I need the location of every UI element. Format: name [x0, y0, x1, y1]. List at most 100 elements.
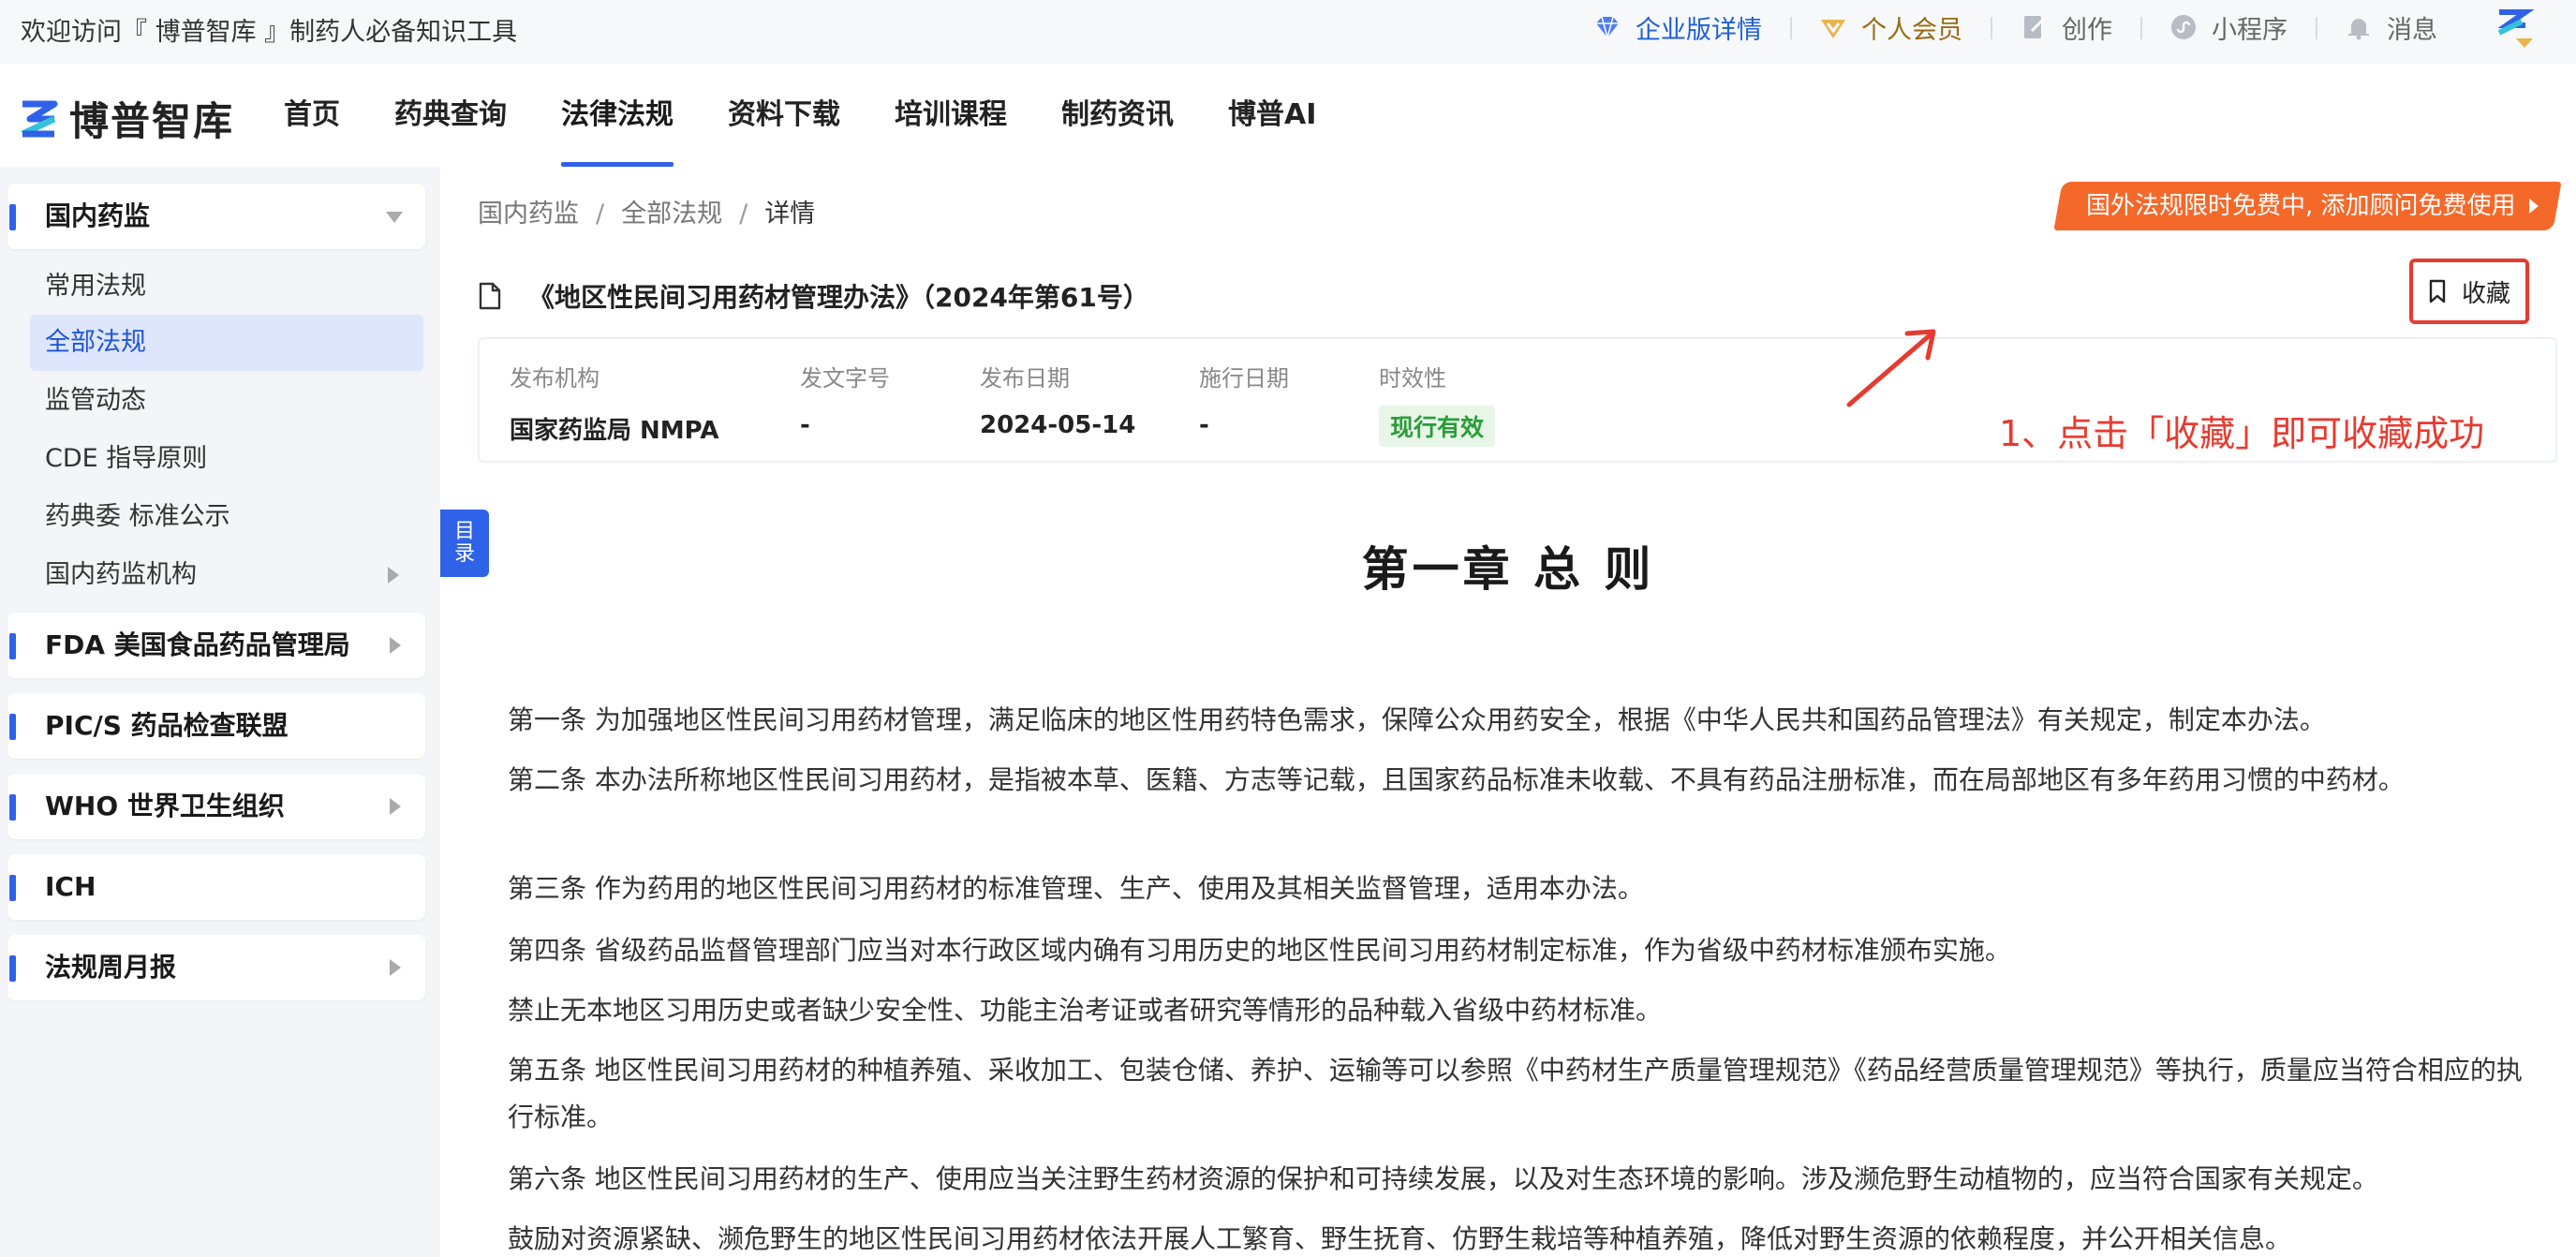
meta-value: -	[1199, 411, 1209, 439]
create-link[interactable]: 创作	[1991, 9, 2140, 46]
create-label: 创作	[2062, 15, 2112, 45]
diamond-icon	[1596, 16, 1619, 40]
meta-key: 时效性	[1379, 365, 1446, 392]
nav-ai[interactable]: 博普AI	[1228, 64, 1316, 167]
meta-publish-date: 发布日期 2024-05-14	[980, 360, 1135, 439]
sidebar-group-ich[interactable]: ICH	[7, 854, 425, 920]
top-utility-bar: 欢迎访问『 博普智库 』制药人必备知识工具 企业版详情 个人会员 创作 小程序 …	[0, 0, 2576, 64]
breadcrumb-all-laws[interactable]: 全部法规	[621, 200, 722, 229]
top-utility-links: 企业版详情 个人会员 创作 小程序 消息	[1564, 0, 2576, 54]
sidebar-group-weekly-report[interactable]: 法规周月报	[7, 935, 425, 1000]
article-paragraph: 第一条 为加强地区性民间习用药材管理，满足临床的地区性用药特色需求，保障公众用药…	[508, 704, 2326, 735]
meta-agency: 发布机构 国家药监局 NMPA	[510, 360, 718, 446]
nav-downloads[interactable]: 资料下载	[728, 64, 840, 167]
document-title-row: 《地区性民间习用药材管理办法》（2024年第61号）	[478, 277, 1149, 315]
caret-right-icon	[2529, 199, 2539, 214]
logo-icon	[21, 100, 58, 137]
annotation-text: 1、点击「收藏」即可收藏成功	[1999, 413, 2485, 454]
messages-link[interactable]: 消息	[2316, 9, 2465, 46]
sidebar-item-cde-guidance[interactable]: CDE 指导原则	[30, 431, 423, 487]
bookmark-icon	[2429, 279, 2446, 303]
group-indicator	[9, 955, 16, 982]
chevron-right-icon	[388, 567, 399, 584]
breadcrumb-current: 详情	[764, 200, 816, 229]
group-indicator	[9, 204, 16, 230]
miniprogram-link[interactable]: 小程序	[2140, 9, 2316, 46]
nav-news[interactable]: 制药资讯	[1061, 64, 1174, 167]
sidebar-group-label: FDA 美国食品药品管理局	[45, 629, 350, 660]
collect-button[interactable]: 收藏	[2409, 259, 2529, 324]
article-paragraph: 第二条 本办法所称地区性民间习用药材，是指被本草、医籍、方志等记载，且国家药品标…	[508, 764, 2405, 795]
meta-validity: 时效性 现行有效	[1379, 360, 1496, 447]
sidebar-group-label: ICH	[45, 871, 96, 902]
meta-effective-date: 施行日期 -	[1199, 360, 1289, 439]
group-indicator	[9, 875, 16, 901]
sidebar-item-pharmacopoeia-standards[interactable]: 药典委 标准公示	[30, 489, 423, 545]
article-paragraph: 第六条 地区性民间习用药材的生产、使用应当关注野生药材资源的保护和可持续发展，以…	[508, 1163, 2378, 1194]
sidebar-group-label: 法规周月报	[45, 952, 177, 983]
vip-link[interactable]: 个人会员	[1790, 9, 1991, 46]
sidebar-item-common-laws[interactable]: 常用法规	[30, 259, 423, 315]
bell-icon	[2348, 19, 2369, 40]
vip-label: 个人会员	[1861, 15, 1962, 45]
meta-value: 2024-05-14	[980, 411, 1136, 439]
user-avatar[interactable]	[2494, 5, 2539, 50]
promo-text: 国外法规限时免费中, 添加顾问免费使用	[2086, 192, 2516, 220]
meta-doc-number: 发文字号 -	[800, 360, 890, 439]
sidebar-item-label: 国内药监机构	[45, 560, 197, 589]
breadcrumb-separator: /	[596, 200, 605, 229]
article-paragraph: 第三条 作为药用的地区性民间习用药材的标准管理、生产、使用及其相关监督管理，适用…	[508, 873, 1644, 904]
nav-home[interactable]: 首页	[284, 64, 340, 167]
edit-document-icon	[2024, 16, 2045, 38]
chevron-down-icon	[386, 212, 403, 223]
sidebar-group-pics[interactable]: PIC/S 药品检查联盟	[7, 693, 425, 759]
meta-value: -	[800, 411, 810, 439]
meta-key: 发布机构	[510, 365, 600, 392]
messages-label: 消息	[2387, 15, 2437, 45]
chevron-right-icon	[390, 637, 401, 654]
article-paragraph: 第四条 省级药品监督管理部门应当对本行政区域内确有习用历史的地区性民间习用药材制…	[508, 935, 2011, 966]
nav-training[interactable]: 培训课程	[895, 64, 1007, 167]
sidebar-group-who[interactable]: WHO 世界卫生组织	[7, 774, 425, 839]
chapter-heading: 第一章 总 则	[1361, 542, 1655, 597]
group-indicator	[9, 714, 16, 740]
sidebar-item-domestic-agencies[interactable]: 国内药监机构	[30, 547, 423, 603]
sidebar-item-regulatory-news[interactable]: 监管动态	[30, 373, 423, 429]
nav-pharmacopoeia[interactable]: 药典查询	[394, 64, 507, 167]
menu: 首页 药典查询 法律法规 资料下载 培训课程 制药资讯 博普AI	[257, 64, 1343, 167]
miniprogram-label: 小程序	[2212, 15, 2287, 45]
sidebar-group-fda[interactable]: FDA 美国食品药品管理局	[7, 613, 425, 678]
group-indicator	[9, 794, 16, 821]
article-paragraph: 鼓励对资源紧缺、濒危野生的地区性民间习用药材依法开展人工繁育、野生抚育、仿野生栽…	[508, 1223, 2292, 1254]
article-paragraph: 第五条 地区性民间习用药材的种植养殖、采收加工、包装仓储、养护、运输等可以参照《…	[508, 1055, 2523, 1132]
sidebar-group-label: 国内药监	[45, 200, 151, 231]
sidebar: 国内药监 常用法规 全部法规 监管动态 CDE 指导原则 药典委 标准公示 国内…	[0, 167, 440, 1257]
chevron-right-icon	[390, 959, 401, 976]
avatar-logo-icon	[2497, 9, 2535, 48]
meta-value: 国家药监局 NMPA	[510, 417, 719, 445]
foreign-laws-promo-banner[interactable]: 国外法规限时免费中, 添加顾问免费使用	[2053, 182, 2562, 230]
document-icon	[479, 282, 501, 310]
annotation-arrow-icon	[1846, 329, 1936, 407]
site-logo[interactable]: 博普智库	[19, 90, 234, 147]
breadcrumb: 国内药监 / 全部法规 / 详情	[478, 193, 815, 229]
sidebar-group-domestic[interactable]: 国内药监	[7, 184, 425, 249]
group-indicator	[9, 633, 16, 659]
document-title: 《地区性民间习用药材管理办法》（2024年第61号）	[528, 282, 1149, 313]
enterprise-label: 企业版详情	[1636, 15, 1762, 45]
sidebar-item-all-laws[interactable]: 全部法规	[30, 315, 423, 371]
validity-badge: 现行有效	[1379, 406, 1496, 447]
meta-key: 施行日期	[1199, 365, 1289, 392]
nav-laws[interactable]: 法律法规	[561, 64, 674, 167]
main-navigation: 博普智库 首页 药典查询 法律法规 资料下载 培训课程 制药资讯 博普AI	[0, 64, 2576, 167]
meta-key: 发文字号	[800, 365, 890, 392]
enterprise-link[interactable]: 企业版详情	[1564, 9, 1790, 46]
chevron-right-icon	[390, 798, 401, 815]
welcome-text: 欢迎访问『 博普智库 』制药人必备知识工具	[21, 18, 518, 47]
article-paragraph: 禁止无本地区习用历史或者缺少安全性、功能主治考证或者研究等情形的品种载入省级中药…	[508, 995, 1663, 1026]
sidebar-group-label: PIC/S 药品检查联盟	[45, 710, 289, 741]
vip-badge-icon	[1821, 20, 1845, 38]
logo-text: 博普智库	[69, 98, 235, 144]
breadcrumb-domestic[interactable]: 国内药监	[478, 200, 579, 229]
sidebar-group-label: WHO 世界卫生组织	[45, 791, 285, 821]
